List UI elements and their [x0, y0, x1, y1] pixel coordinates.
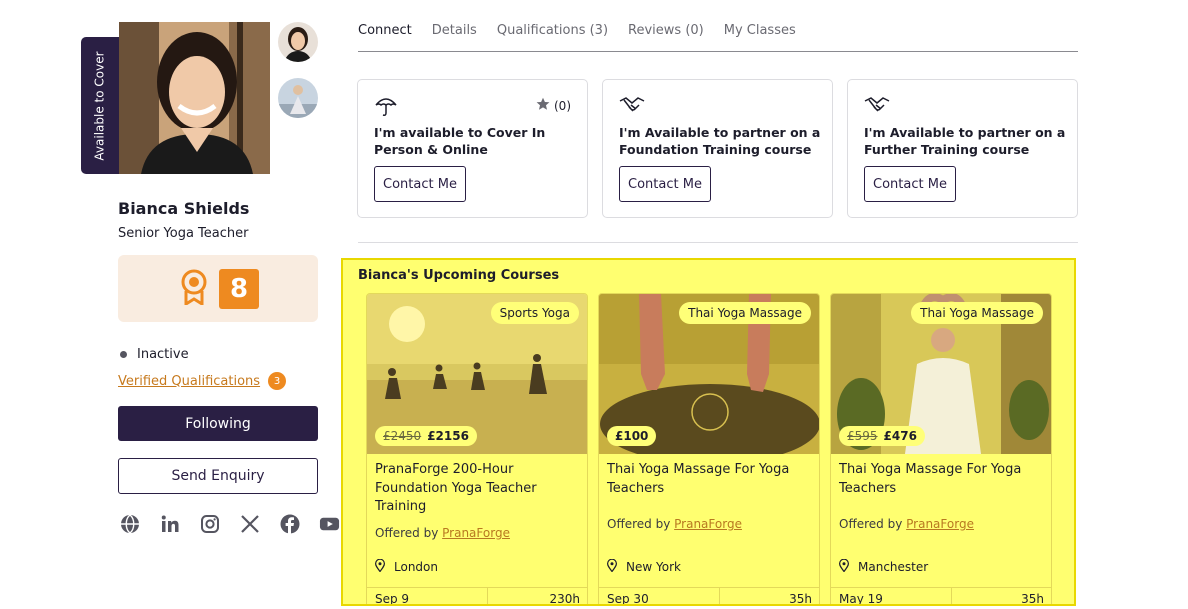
verified-qualifications-link[interactable]: Verified Qualifications	[118, 374, 260, 389]
map-pin-icon	[606, 558, 618, 575]
foundation-card-text: I'm Available to partner on a Foundation…	[619, 125, 821, 157]
star-icon	[536, 97, 550, 114]
verified-count-badge: 3	[268, 372, 287, 390]
cover-label: Available to Cover	[93, 50, 108, 161]
course-category-badge: Thai Yoga Massage	[911, 302, 1043, 324]
tab-connect[interactable]: Connect	[358, 23, 412, 51]
tab-details[interactable]: Details	[432, 23, 477, 51]
contact-me-button[interactable]: Contact Me	[864, 166, 956, 202]
handshake-icon	[864, 95, 890, 117]
upcoming-courses-section: Bianca's Upcoming Courses Sports Yoga £2…	[341, 258, 1076, 606]
send-enquiry-button[interactable]: Send Enquiry	[118, 458, 318, 494]
map-pin-icon	[838, 558, 850, 575]
course-image-beach-yoga: Sports Yoga £2450 £2156	[367, 294, 587, 454]
map-pin-icon	[374, 558, 386, 575]
cover-availability-card: (0) I'm available to Cover In Person & O…	[357, 79, 588, 218]
course-title[interactable]: Thai Yoga Massage For Yoga Teachers	[607, 461, 807, 498]
upcoming-courses-title: Bianca's Upcoming Courses	[358, 268, 560, 283]
profile-name: Bianca Shields	[118, 199, 250, 218]
course-old-price: £595	[847, 429, 878, 443]
course-title[interactable]: PranaForge 200-Hour Foundation Yoga Teac…	[375, 461, 575, 517]
globe-icon[interactable]	[119, 513, 140, 534]
umbrella-icon	[374, 95, 398, 117]
meta-divider	[951, 588, 952, 604]
course-title[interactable]: Thai Yoga Massage For Yoga Teachers	[839, 461, 1039, 498]
following-button[interactable]: Following	[118, 406, 318, 441]
status-text: Inactive	[137, 347, 189, 362]
course-duration: 230h	[549, 592, 580, 606]
course-meta: May 19 35h	[831, 587, 1051, 606]
course-price-badge: £2450 £2156	[375, 426, 477, 446]
youtube-icon[interactable]	[319, 513, 340, 534]
further-partner-card: I'm Available to partner on a Further Tr…	[847, 79, 1078, 218]
profile-tabs: Connect Details Qualifications (3) Revie…	[358, 23, 1078, 52]
meta-divider	[487, 588, 488, 604]
profile-title: Senior Yoga Teacher	[118, 226, 249, 241]
course-location: London	[374, 558, 438, 575]
thumbnail-photo-portrait[interactable]	[278, 22, 318, 62]
course-card[interactable]: Thai Yoga Massage £100 Thai Yoga Massage…	[598, 293, 820, 606]
course-card[interactable]: Thai Yoga Massage £595 £476 Thai Yoga Ma…	[830, 293, 1052, 606]
meta-divider	[719, 588, 720, 604]
course-price-badge: £100	[607, 426, 657, 446]
contact-me-button[interactable]: Contact Me	[619, 166, 711, 202]
location-text: London	[394, 560, 438, 574]
course-date: May 19	[839, 592, 883, 606]
x-icon[interactable]	[239, 513, 260, 534]
course-offered-by: Offered by PranaForge	[607, 517, 742, 531]
tab-reviews[interactable]: Reviews (0)	[628, 23, 704, 51]
further-card-text: I'm Available to partner on a Further Tr…	[864, 125, 1066, 157]
verified-qualifications: Verified Qualifications 3	[118, 372, 287, 390]
course-date: Sep 30	[607, 592, 649, 606]
section-divider	[358, 242, 1078, 243]
offered-by-label: Offered by	[839, 517, 903, 531]
course-price: £476	[883, 429, 917, 443]
thumbnail-photo-pose[interactable]	[278, 78, 318, 118]
course-meta: Sep 9 230h	[367, 587, 587, 606]
course-location: Manchester	[838, 558, 929, 575]
course-location: New York	[606, 558, 681, 575]
cover-card-text: I'm available to Cover In Person & Onlin…	[374, 125, 546, 157]
facebook-icon[interactable]	[279, 513, 300, 534]
course-old-price: £2450	[383, 429, 422, 443]
tab-my-classes[interactable]: My Classes	[724, 23, 796, 51]
available-to-cover-tab: Available to Cover	[81, 37, 119, 174]
activity-status: Inactive	[120, 347, 189, 362]
location-text: New York	[626, 560, 681, 574]
course-duration: 35h	[1021, 592, 1044, 606]
tab-qualifications[interactable]: Qualifications (3)	[497, 23, 608, 51]
course-card[interactable]: Sports Yoga £2450 £2156 PranaForge 200-H…	[366, 293, 588, 606]
linkedin-icon[interactable]	[159, 513, 180, 534]
course-category-badge: Sports Yoga	[490, 302, 579, 324]
teacher-level-badge: 8	[118, 255, 318, 322]
course-category-badge: Thai Yoga Massage	[679, 302, 811, 324]
course-image-thai-massage: Thai Yoga Massage £595 £476	[831, 294, 1051, 454]
course-price-badge: £595 £476	[839, 426, 925, 446]
status-dot-icon	[120, 351, 127, 358]
course-offered-by: Offered by PranaForge	[839, 517, 974, 531]
course-meta: Sep 30 35h	[599, 587, 819, 606]
social-links	[119, 513, 340, 534]
rating-count: (0)	[554, 98, 571, 113]
award-icon	[177, 269, 211, 309]
instagram-icon[interactable]	[199, 513, 220, 534]
handshake-icon	[619, 95, 645, 117]
badge-number: 8	[219, 268, 259, 309]
cover-rating: (0)	[536, 97, 571, 114]
course-price: £100	[615, 429, 649, 443]
course-duration: 35h	[789, 592, 812, 606]
offered-by-label: Offered by	[607, 517, 671, 531]
provider-link[interactable]: PranaForge	[906, 517, 974, 531]
provider-link[interactable]: PranaForge	[442, 526, 510, 540]
course-price: £2156	[427, 429, 469, 443]
foundation-partner-card: I'm Available to partner on a Foundation…	[602, 79, 833, 218]
course-image-hands-mat: Thai Yoga Massage £100	[599, 294, 819, 454]
course-offered-by: Offered by PranaForge	[375, 526, 510, 540]
profile-photo	[119, 22, 270, 174]
offered-by-label: Offered by	[375, 526, 439, 540]
location-text: Manchester	[858, 560, 929, 574]
contact-me-button[interactable]: Contact Me	[374, 166, 466, 202]
course-date: Sep 9	[375, 592, 410, 606]
provider-link[interactable]: PranaForge	[674, 517, 742, 531]
